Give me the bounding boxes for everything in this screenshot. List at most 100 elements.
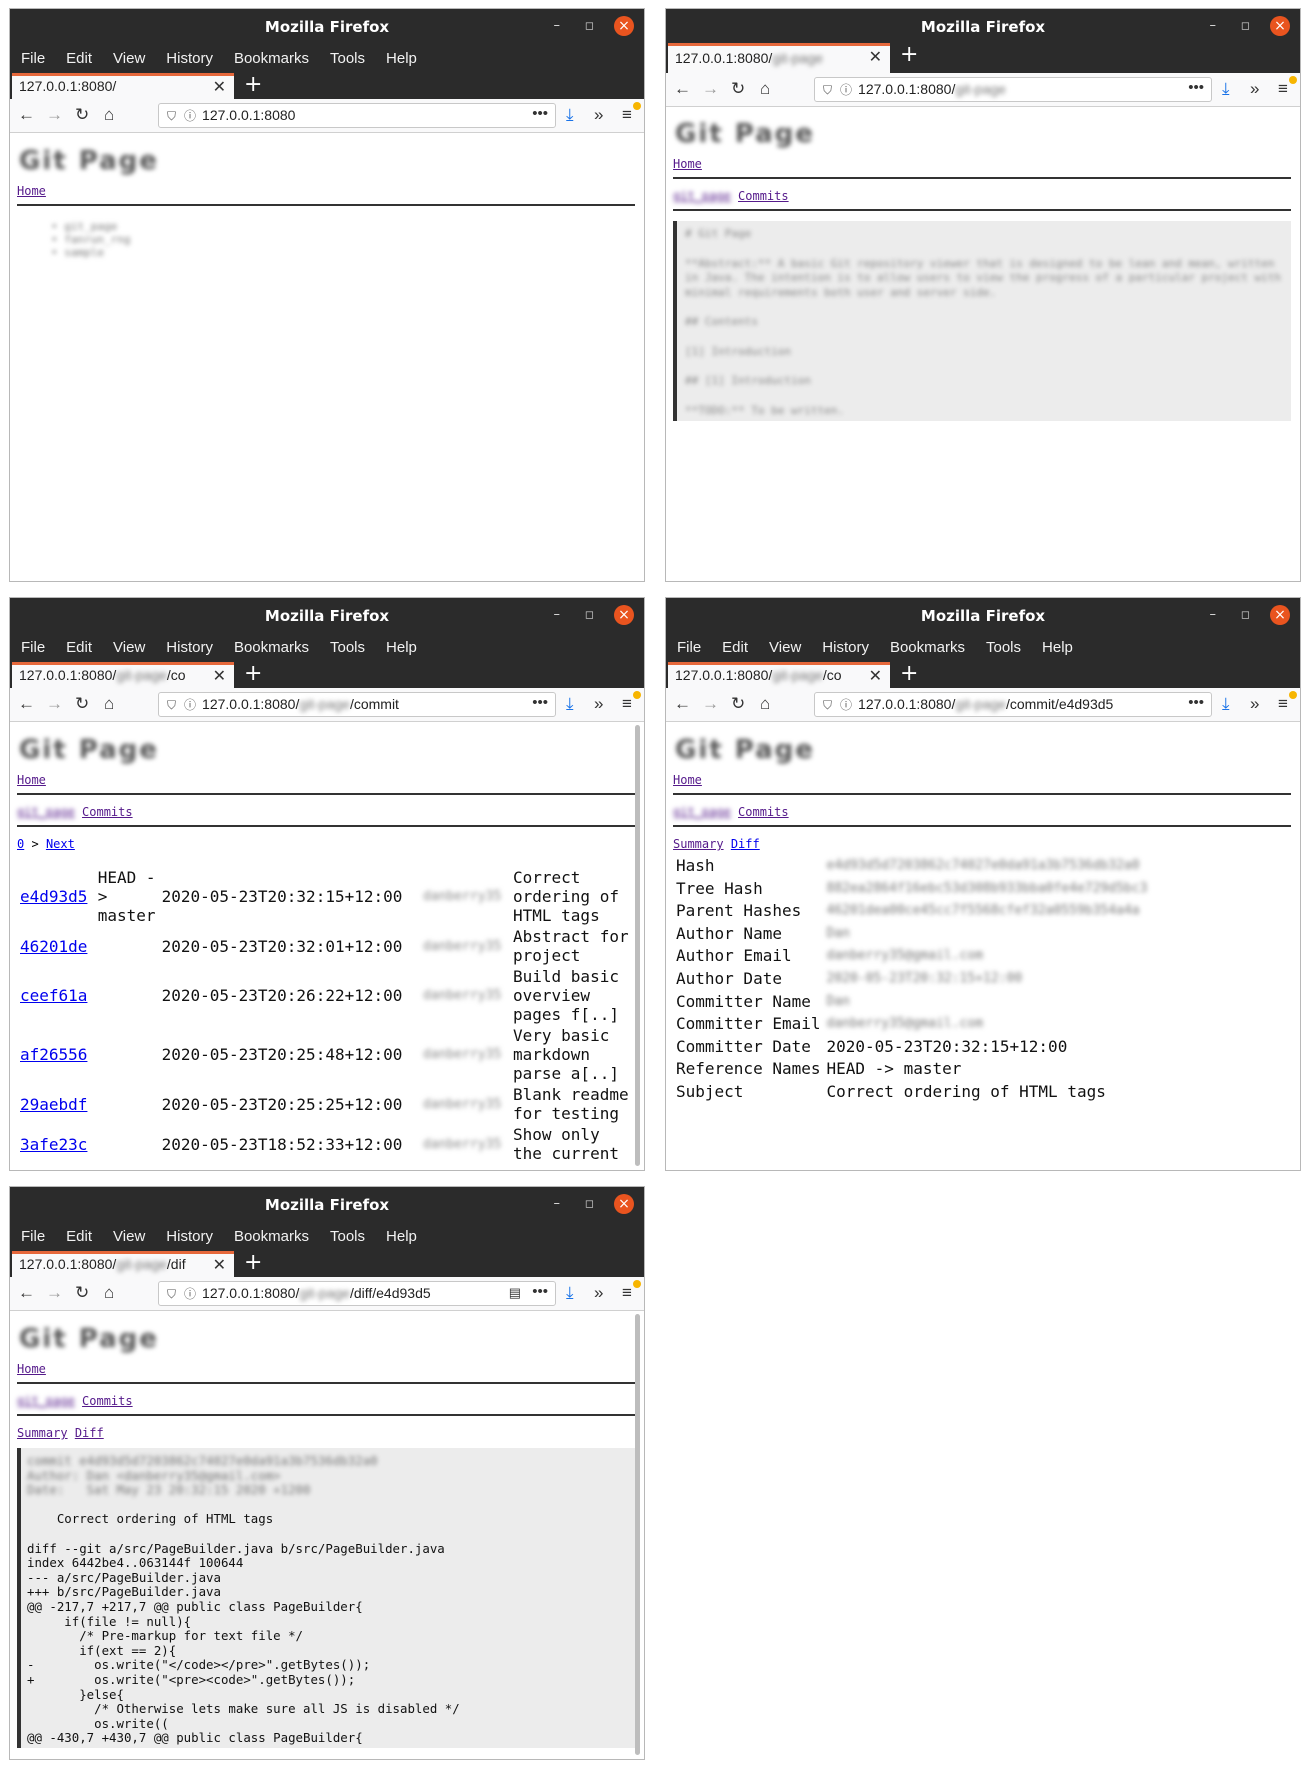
download-icon[interactable]: ⤓ — [1222, 79, 1230, 99]
close-icon[interactable]: × — [614, 16, 634, 36]
hamburger-menu-icon[interactable]: ≡ — [622, 105, 632, 125]
menu-help[interactable]: Help — [386, 50, 417, 67]
home-icon[interactable]: ⌂ — [760, 79, 770, 99]
home-link[interactable]: Home — [673, 157, 702, 171]
reload-icon[interactable]: ↻ — [75, 1283, 89, 1303]
commit-hash-link[interactable]: ceef61a — [20, 986, 87, 1005]
page-zero-link[interactable]: 0 — [17, 837, 24, 851]
minimize-icon[interactable]: – — [1210, 606, 1217, 624]
menu-view[interactable]: View — [113, 639, 145, 656]
tab-active[interactable]: 127.0.0.1:8080/git-page/dif ✕ — [12, 1251, 234, 1277]
menu-bookmarks[interactable]: Bookmarks — [890, 639, 965, 656]
download-icon[interactable]: ⤓ — [566, 105, 574, 125]
hamburger-menu-icon[interactable]: ≡ — [622, 1283, 632, 1303]
menu-edit[interactable]: Edit — [722, 639, 748, 656]
menu-bookmarks[interactable]: Bookmarks — [234, 639, 309, 656]
download-icon[interactable]: ⤓ — [566, 694, 574, 714]
download-icon[interactable]: ⤓ — [566, 1283, 574, 1303]
repo-item[interactable]: • git_page — [51, 220, 644, 233]
menu-edit[interactable]: Edit — [66, 1228, 92, 1245]
commits-link[interactable]: Commits — [738, 805, 789, 819]
reload-icon[interactable]: ↻ — [731, 79, 745, 99]
diff-link[interactable]: Diff — [731, 837, 760, 851]
menu-history[interactable]: History — [166, 50, 213, 67]
overflow-icon[interactable]: » — [594, 694, 603, 714]
maximize-icon[interactable]: ◻ — [1241, 17, 1250, 35]
reader-view-icon[interactable]: ▤ — [509, 1285, 521, 1301]
menu-view[interactable]: View — [113, 50, 145, 67]
url-bar[interactable]: ⛉ ⓘ 127.0.0.1:8080/git-page/diff/e4d93d5 ▤… — [158, 1281, 556, 1306]
home-icon[interactable]: ⌂ — [104, 694, 114, 714]
menu-file[interactable]: File — [21, 50, 45, 67]
tab-close-icon[interactable]: ✕ — [213, 1255, 226, 1275]
back-icon[interactable]: ← — [18, 105, 35, 125]
page-actions-icon[interactable]: ••• — [532, 694, 548, 711]
menu-edit[interactable]: Edit — [66, 639, 92, 656]
tab-close-icon[interactable]: ✕ — [869, 666, 882, 686]
hamburger-menu-icon[interactable]: ≡ — [1278, 79, 1288, 99]
menu-tools[interactable]: Tools — [330, 50, 365, 67]
menu-file[interactable]: File — [21, 1228, 45, 1245]
repo-link[interactable]: git_page — [17, 805, 75, 819]
minimize-icon[interactable]: – — [1210, 17, 1217, 35]
menu-help[interactable]: Help — [386, 1228, 417, 1245]
page-actions-icon[interactable]: ••• — [532, 105, 548, 122]
menu-history[interactable]: History — [166, 1228, 213, 1245]
commit-hash-link[interactable]: e4d93d5 — [20, 887, 87, 906]
commit-hash-link[interactable]: af26556 — [20, 1045, 87, 1064]
menu-edit[interactable]: Edit — [66, 50, 92, 67]
menu-file[interactable]: File — [677, 639, 701, 656]
home-link[interactable]: Home — [17, 184, 46, 198]
url-bar[interactable]: ⛉ ⓘ 127.0.0.1:8080/git-page/commit/e4d93d5… — [814, 692, 1212, 717]
maximize-icon[interactable]: ◻ — [585, 17, 594, 35]
menu-tools[interactable]: Tools — [330, 1228, 365, 1245]
home-link[interactable]: Home — [17, 773, 46, 787]
url-bar[interactable]: ⛉ ⓘ 127.0.0.1:8080/git-page/commit ••• — [158, 692, 556, 717]
close-icon[interactable]: × — [614, 1194, 634, 1214]
forward-icon[interactable]: → — [46, 105, 63, 125]
repo-item[interactable]: • fanrun_rng — [51, 233, 644, 246]
new-tab-icon[interactable]: + — [900, 42, 918, 67]
tab-close-icon[interactable]: ✕ — [213, 666, 226, 686]
repo-link[interactable]: git_page — [673, 189, 731, 203]
menu-view[interactable]: View — [769, 639, 801, 656]
commit-hash-link[interactable]: 46201de — [20, 937, 87, 956]
back-icon[interactable]: ← — [674, 79, 691, 99]
commits-link[interactable]: Commits — [738, 189, 789, 203]
summary-link[interactable]: Summary — [17, 1426, 68, 1440]
new-tab-icon[interactable]: + — [900, 661, 918, 686]
menu-history[interactable]: History — [166, 639, 213, 656]
page-actions-icon[interactable]: ••• — [1188, 79, 1204, 96]
minimize-icon[interactable]: – — [554, 1195, 561, 1213]
menu-help[interactable]: Help — [1042, 639, 1073, 656]
forward-icon[interactable]: → — [702, 694, 719, 714]
hamburger-menu-icon[interactable]: ≡ — [622, 694, 632, 714]
next-link[interactable]: Next — [46, 837, 75, 851]
hamburger-menu-icon[interactable]: ≡ — [1278, 694, 1288, 714]
tab-close-icon[interactable]: ✕ — [213, 77, 226, 97]
reload-icon[interactable]: ↻ — [731, 694, 745, 714]
overflow-icon[interactable]: » — [594, 1283, 603, 1303]
menu-tools[interactable]: Tools — [330, 639, 365, 656]
menu-tools[interactable]: Tools — [986, 639, 1021, 656]
commits-link[interactable]: Commits — [82, 1394, 133, 1408]
tab-close-icon[interactable]: ✕ — [869, 47, 882, 67]
diff-link[interactable]: Diff — [75, 1426, 104, 1440]
url-bar[interactable]: ⛉ ⓘ 127.0.0.1:8080/git-page ••• — [814, 77, 1212, 102]
page-actions-icon[interactable]: ••• — [532, 1283, 548, 1300]
minimize-icon[interactable]: – — [554, 17, 561, 35]
forward-icon[interactable]: → — [702, 79, 719, 99]
menu-history[interactable]: History — [822, 639, 869, 656]
tab-active[interactable]: 127.0.0.1:8080/git-page/co ✕ — [668, 662, 890, 688]
tab-active[interactable]: 127.0.0.1:8080/git-page/co ✕ — [12, 662, 234, 688]
commit-hash-link[interactable]: 29aebdf — [20, 1095, 87, 1114]
home-icon[interactable]: ⌂ — [760, 694, 770, 714]
close-icon[interactable]: × — [1270, 605, 1290, 625]
home-icon[interactable]: ⌂ — [104, 1283, 114, 1303]
new-tab-icon[interactable]: + — [244, 72, 262, 97]
reload-icon[interactable]: ↻ — [75, 694, 89, 714]
back-icon[interactable]: ← — [18, 1283, 35, 1303]
commit-hash-link[interactable]: 3afe23c — [20, 1135, 87, 1154]
summary-link[interactable]: Summary — [673, 837, 724, 851]
home-link[interactable]: Home — [17, 1362, 46, 1376]
